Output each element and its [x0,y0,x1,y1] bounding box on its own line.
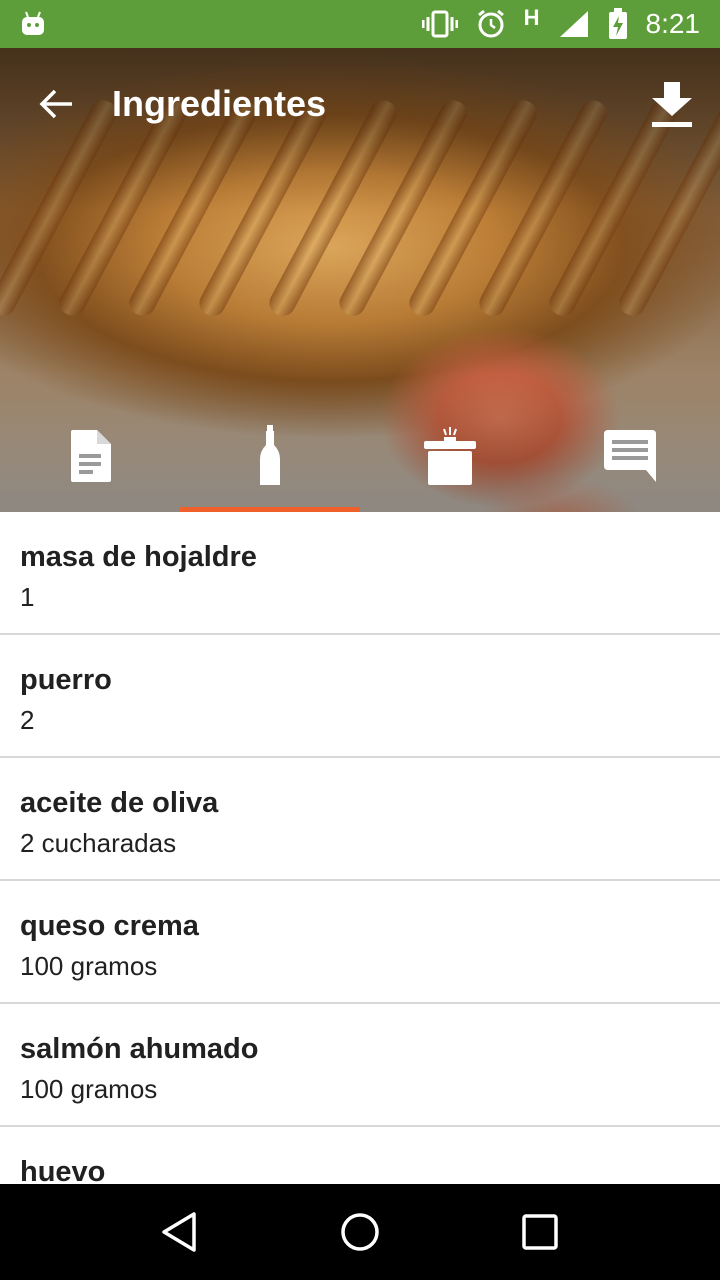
status-bar: H 8:21 [0,0,720,48]
page-title: Ingredientes [112,83,327,124]
android-icon [22,11,44,35]
ingredient-name: huevo [20,1156,106,1184]
tab-comments[interactable] [540,408,720,512]
alarm-icon [477,9,504,38]
ingredient-name: puerro [20,664,112,696]
vibrate-icon [421,10,458,38]
nav-home-button[interactable] [330,1202,390,1262]
document-icon [71,430,111,482]
recipe-tabs [0,408,720,512]
tab-ingredients[interactable] [180,408,360,512]
list-item[interactable]: masa de hojaldre 1 [0,512,720,635]
arrow-back-icon [39,89,72,119]
nav-recents-button[interactable] [510,1202,570,1262]
ingredient-quantity: 2 cucharadas [20,828,177,858]
bottle-icon [260,425,280,485]
list-item[interactable]: puerro 2 [0,635,720,758]
recipe-header-image: Ingredientes [0,48,720,512]
back-button[interactable] [36,84,76,124]
tab-description[interactable] [0,408,180,512]
toolbar: Ingredientes [0,48,720,160]
ingredient-quantity: 2 [20,705,35,735]
recents-square-icon [522,1214,558,1250]
download-icon [652,82,692,127]
back-triangle-icon [162,1212,196,1252]
battery-charging-icon [608,8,627,39]
ingredient-quantity: 100 gramos [20,1074,158,1104]
system-nav-bar [0,1184,720,1280]
nav-back-button[interactable] [150,1202,210,1262]
comment-icon [604,430,656,482]
network-type-label: H [523,5,540,30]
status-time: 8:21 [645,8,701,39]
tab-cooking[interactable] [360,408,540,512]
pot-icon [424,427,476,485]
list-item[interactable]: queso crema 100 gramos [0,881,720,1004]
ingredient-name: queso crema [20,910,199,942]
ingredient-name: aceite de oliva [20,787,219,819]
list-item[interactable]: huevo [0,1127,720,1184]
home-circle-icon [341,1213,379,1251]
signal-icon [559,11,588,37]
ingredient-name: masa de hojaldre [20,541,257,573]
ingredient-quantity: 100 gramos [20,951,158,981]
list-item[interactable]: salmón ahumado 100 gramos [0,1004,720,1127]
ingredient-quantity: 1 [20,582,35,612]
download-button[interactable] [648,78,696,130]
ingredient-list[interactable]: masa de hojaldre 1 puerro 2 aceite de ol… [0,512,720,1184]
list-item[interactable]: aceite de oliva 2 cucharadas [0,758,720,881]
ingredient-name: salmón ahumado [20,1033,259,1065]
